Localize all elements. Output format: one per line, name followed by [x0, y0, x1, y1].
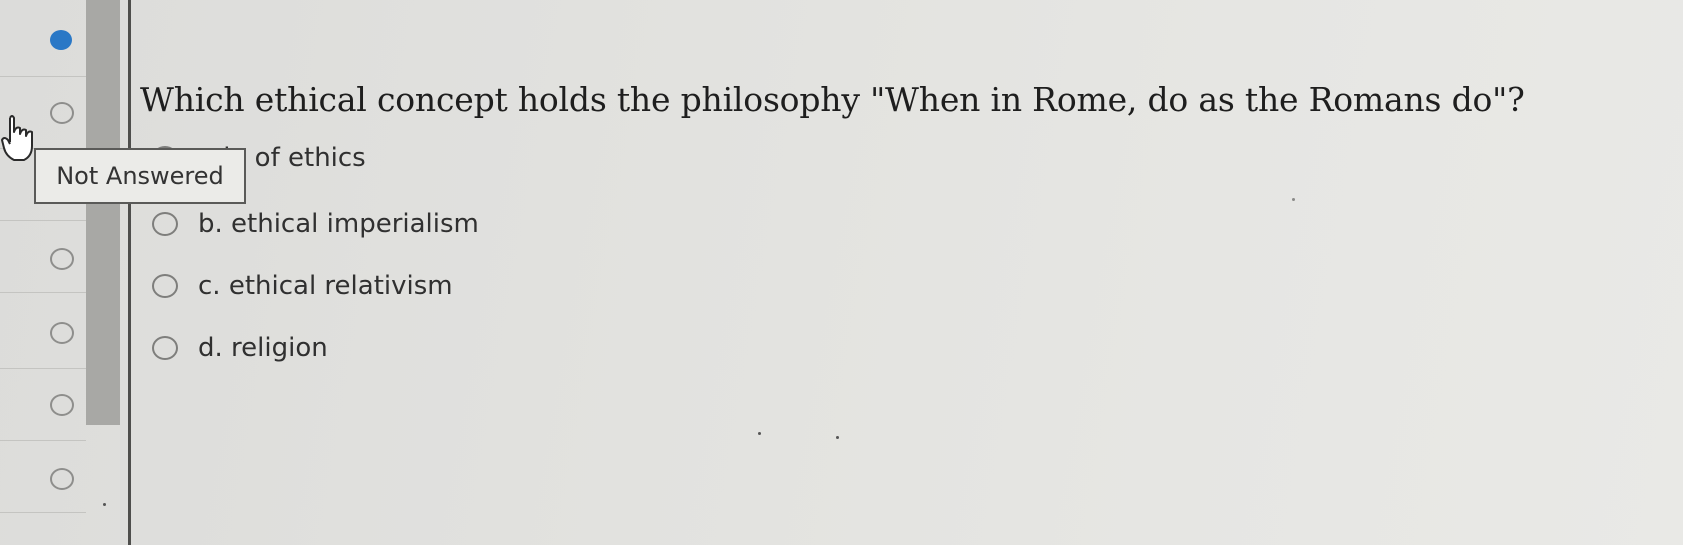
nav-question-current-dot[interactable] [50, 30, 72, 50]
speck-mark [1292, 198, 1295, 201]
status-tooltip: Not Answered [34, 148, 246, 204]
option-label: c. ethical relativism [198, 271, 453, 301]
radio-circle-icon[interactable] [152, 274, 178, 298]
option-d[interactable]: d. religion [152, 331, 328, 365]
option-c[interactable]: c. ethical relativism [152, 269, 453, 303]
nav-divider [0, 440, 86, 441]
nav-question-dot[interactable] [50, 468, 74, 490]
nav-divider [0, 220, 86, 221]
question-navigation [0, 0, 86, 545]
nav-divider [0, 512, 86, 513]
option-label: b. ethical imperialism [198, 209, 479, 239]
question-text: Which ethical concept holds the philosop… [140, 80, 1525, 119]
speck-mark [836, 436, 839, 439]
nav-question-dot[interactable] [50, 394, 74, 416]
nav-divider [0, 292, 86, 293]
sidebar-scrollbar[interactable] [86, 0, 120, 425]
speck-mark [758, 432, 761, 435]
nav-divider [0, 368, 86, 369]
nav-question-dot[interactable] [50, 322, 74, 344]
radio-circle-icon[interactable] [152, 336, 178, 360]
nav-question-dot[interactable] [50, 248, 74, 270]
option-label: d. religion [198, 333, 328, 363]
nav-question-dot[interactable] [50, 102, 74, 124]
speck-mark [103, 503, 106, 506]
option-b[interactable]: b. ethical imperialism [152, 207, 479, 241]
radio-circle-icon[interactable] [152, 212, 178, 236]
content-divider [128, 0, 131, 545]
nav-divider [0, 76, 86, 77]
